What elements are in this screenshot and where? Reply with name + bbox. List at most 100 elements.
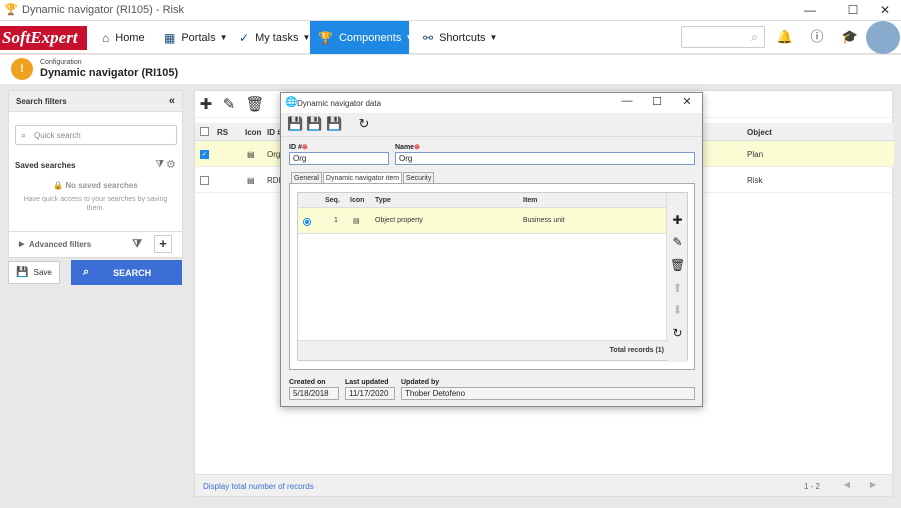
filters-title: Search filters: [16, 97, 67, 106]
created-on-field: 5/18/2018: [289, 387, 339, 400]
tab-general[interactable]: General: [291, 172, 322, 183]
saved-help-text: Have quick access to your searches by sa…: [23, 196, 168, 212]
nav-components[interactable]: 🏆 Components ▼: [310, 21, 413, 54]
items-grid-footer: Total records (1): [298, 340, 668, 360]
updated-by-label: Updated by: [401, 379, 440, 386]
nav-components-label: Components: [338, 31, 402, 44]
page-range: 1 - 2: [803, 482, 820, 491]
move-up-icon[interactable]: ⬆: [670, 281, 685, 296]
next-page-icon[interactable]: ▶: [866, 480, 880, 492]
nav-home[interactable]: ⌂ Home: [94, 21, 153, 54]
edit-icon[interactable]: ✎: [670, 235, 685, 250]
floppy-icon: 💾: [16, 267, 29, 278]
name-label: Name⊛: [395, 143, 420, 151]
nav-portals[interactable]: ▦ Portals ▼: [156, 21, 236, 54]
navigator-icon: ▤: [247, 150, 255, 159]
search-button[interactable]: ⌕ SEARCH: [71, 260, 182, 285]
nav-shortcuts-label: Shortcuts: [439, 31, 486, 44]
search-icon: ⌕: [21, 130, 27, 140]
nav-shortcuts[interactable]: ⚯ Shortcuts ▼: [415, 21, 505, 54]
close-button[interactable]: ✕: [870, 0, 900, 21]
grid-footer: Display total number of records 1 - 2 ◀ …: [195, 474, 892, 496]
save-label: Save: [33, 268, 52, 277]
refresh-icon[interactable]: ↻: [670, 326, 685, 341]
maximize-button[interactable]: ☐: [838, 0, 868, 21]
dialog-maximize-button[interactable]: ☐: [647, 95, 667, 108]
tab-panel: Seq. Icon Type Item 1 ▤ Object property …: [289, 183, 695, 370]
col-object[interactable]: Object: [747, 128, 772, 137]
window-titlebar: 🏆 Dynamic navigator (RI105) - Risk — ☐ ✕: [0, 0, 901, 21]
row-object: Risk: [747, 176, 763, 185]
quick-search-input[interactable]: ⌕ Quick search: [15, 125, 177, 145]
trash-icon[interactable]: 🗑: [670, 258, 685, 273]
home-icon: ⌂: [102, 30, 110, 45]
table-row[interactable]: 1 ▤ Object property Business unit: [298, 208, 668, 234]
top-search-input[interactable]: ⌕: [681, 26, 765, 48]
refresh-icon[interactable]: ↻: [356, 116, 372, 132]
col-icon[interactable]: Icon: [350, 197, 364, 204]
dialog-close-button[interactable]: ✕: [677, 95, 697, 108]
row-item: Business unit: [523, 217, 565, 224]
advanced-filters-label: Advanced filters: [29, 240, 92, 249]
minimize-button[interactable]: —: [795, 0, 825, 21]
bell-icon[interactable]: 🔔: [775, 27, 795, 47]
trash-icon[interactable]: 🗑: [245, 95, 265, 115]
display-total-link[interactable]: Display total number of records: [203, 482, 314, 491]
save-close-icon[interactable]: 💾: [326, 116, 342, 132]
items-grid: Seq. Icon Type Item 1 ▤ Object property …: [297, 192, 688, 362]
add-filter-button[interactable]: +: [154, 235, 172, 253]
id-label-text: ID #: [289, 144, 302, 151]
filter-icon[interactable]: ⧩: [155, 159, 164, 170]
row-type: Object property: [375, 217, 423, 224]
breadcrumb: ! Configuration Dynamic navigator (RI105…: [0, 55, 901, 84]
advanced-filters[interactable]: ▶ Advanced filters ⧩ +: [9, 231, 182, 258]
col-rs[interactable]: RS: [217, 128, 228, 137]
required-icon: ⊛: [301, 144, 308, 151]
last-updated-field: 11/17/2020: [345, 387, 395, 400]
edit-icon[interactable]: ✎: [219, 95, 239, 115]
navigator-icon: ▤: [247, 176, 255, 185]
breadcrumb-section[interactable]: Configuration: [40, 59, 82, 66]
collapse-icon[interactable]: «: [169, 95, 175, 107]
prev-page-icon[interactable]: ◀: [840, 480, 854, 492]
row-object: Plan: [747, 150, 764, 159]
link-icon: ⚯: [423, 30, 434, 45]
row-checkbox[interactable]: ✓: [200, 150, 209, 159]
caret-down-icon: ▼: [489, 33, 498, 42]
lock-icon: 🔒: [53, 181, 64, 190]
filter-icon[interactable]: ⧩: [132, 238, 142, 251]
help-icon[interactable]: ⓘ: [807, 27, 827, 47]
items-grid-header: Seq. Icon Type Item: [298, 193, 668, 208]
add-icon[interactable]: ✚: [670, 213, 685, 228]
search-icon: ⌕: [751, 30, 758, 44]
created-on-label: Created on: [289, 379, 326, 386]
row-seq: 1: [334, 217, 338, 224]
col-icon[interactable]: Icon: [245, 128, 261, 137]
id-field[interactable]: Org: [289, 152, 389, 165]
select-all-checkbox[interactable]: [200, 127, 209, 136]
graduation-cap-icon[interactable]: 🎓: [840, 27, 860, 47]
required-icon: ⊛: [414, 144, 420, 151]
col-type[interactable]: Type: [375, 197, 391, 204]
save-icon[interactable]: 💾: [306, 116, 322, 132]
gear-icon[interactable]: ⚙: [167, 159, 175, 170]
quick-search-placeholder: Quick search: [34, 131, 81, 140]
nav-my-tasks[interactable]: ✓ My tasks ▼: [231, 21, 318, 54]
document-icon: ▤: [353, 218, 360, 225]
save-new-icon[interactable]: 💾: [287, 116, 303, 132]
user-avatar[interactable]: [866, 21, 900, 54]
move-down-icon[interactable]: ⬇: [670, 303, 685, 318]
tab-security[interactable]: Security: [403, 172, 435, 183]
row-checkbox[interactable]: [200, 176, 209, 185]
save-search-button[interactable]: 💾 Save: [8, 261, 60, 284]
add-icon[interactable]: ✚: [196, 95, 216, 115]
dialog-minimize-button[interactable]: —: [617, 95, 637, 107]
name-field[interactable]: Org: [395, 152, 695, 165]
col-item[interactable]: Item: [523, 197, 537, 204]
softexpert-logo[interactable]: SoftExpert: [0, 26, 87, 50]
row-radio[interactable]: [303, 218, 311, 226]
filters-header: Search filters «: [9, 91, 182, 112]
col-seq[interactable]: Seq.: [325, 197, 340, 204]
trophy-icon: 🏆: [318, 30, 333, 45]
chevron-right-icon: ▶: [19, 241, 25, 248]
